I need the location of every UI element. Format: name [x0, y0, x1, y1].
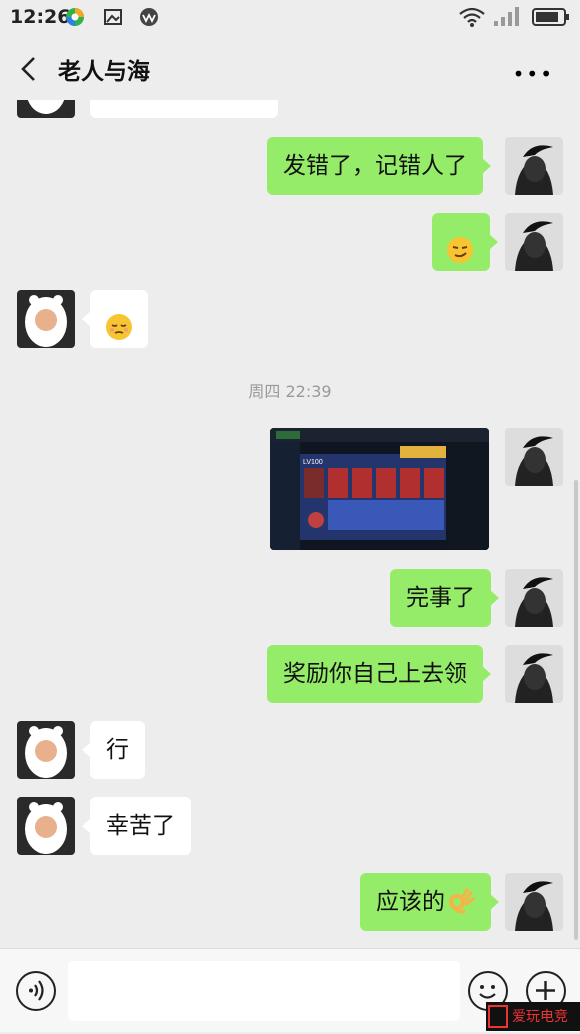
my-avatar[interactable] — [505, 137, 563, 195]
message-bubble-incoming[interactable] — [82, 290, 148, 348]
back-arrow-icon[interactable] — [14, 52, 44, 86]
ok-hand-emoji-icon — [449, 887, 475, 913]
status-bar: 12:26 — [0, 0, 580, 36]
image-message[interactable]: LV100 — [270, 428, 489, 550]
app-notification-icon — [66, 8, 84, 26]
voice-button[interactable] — [16, 971, 56, 1011]
message-bubble-incoming[interactable]: 幸苦了 — [82, 797, 191, 855]
my-avatar[interactable] — [505, 428, 563, 486]
message-input[interactable] — [68, 961, 460, 1021]
message-timestamp: 周四 22:39 — [248, 382, 332, 401]
watermark-logo: 爱玩电竞 — [486, 1002, 580, 1031]
more-options-icon[interactable]: ••• — [513, 62, 554, 86]
battery-icon — [532, 8, 569, 26]
message-bubble-incoming[interactable]: 行 — [82, 721, 145, 779]
image-notification-icon — [104, 9, 122, 25]
status-time: 12:26 — [10, 6, 71, 28]
voice-icon — [29, 980, 44, 1001]
watermark-text: 爱玩电竞 — [512, 1008, 568, 1025]
my-avatar[interactable] — [505, 873, 563, 931]
my-avatar[interactable] — [505, 569, 563, 627]
wifi-icon — [459, 7, 485, 27]
contact-avatar[interactable] — [17, 290, 75, 348]
my-avatar[interactable] — [505, 213, 563, 271]
contact-avatar[interactable] — [17, 100, 75, 118]
signal-icon — [494, 7, 519, 26]
message-text: 应该的 — [376, 889, 445, 915]
relieved-emoji-icon — [106, 314, 132, 340]
message-bubble-outgoing[interactable]: 奖励你自己上去领 — [267, 645, 491, 703]
smirk-emoji-icon — [447, 237, 473, 263]
message-bubble-outgoing[interactable]: 应该的 — [360, 873, 499, 931]
chat-title: 老人与海 — [58, 59, 150, 85]
message-bubble-partial[interactable] — [90, 100, 278, 118]
scrollbar[interactable] — [574, 480, 578, 940]
message-bubble-outgoing[interactable]: 完事了 — [390, 569, 499, 627]
game-screenshot-image: LV100 — [270, 428, 489, 550]
message-bubble-outgoing[interactable]: 发错了，记错人了 — [267, 137, 491, 195]
level-label: LV100 — [303, 459, 323, 466]
contact-avatar[interactable] — [17, 797, 75, 855]
chat-header: 老人与海 ••• — [0, 36, 580, 100]
my-avatar[interactable] — [505, 645, 563, 703]
message-bubble-outgoing[interactable] — [432, 213, 498, 271]
browser-notification-icon — [140, 8, 158, 26]
contact-avatar[interactable] — [17, 721, 75, 779]
message-list[interactable]: 发错了，记错人了 周四 22:39 LV100 完事了 奖励你自己上去领 行 幸… — [0, 100, 580, 948]
